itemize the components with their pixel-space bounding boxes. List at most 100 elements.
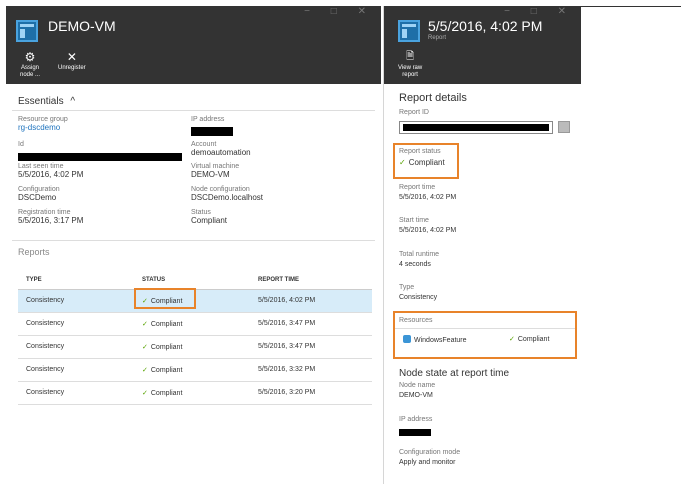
essentials-toggle[interactable]: Essentials ^ (18, 96, 75, 107)
close-icon: ✕ (66, 50, 77, 64)
resources-label: Resources (399, 317, 433, 324)
gear-icon: ⚙ (24, 50, 36, 64)
table-header-row: TYPE STATUS REPORT TIME (18, 271, 372, 290)
divider (12, 110, 375, 111)
window-controls[interactable]: − □ ✕ (304, 6, 375, 17)
view-raw-report-button[interactable]: 🗎 View raw report (398, 50, 422, 79)
report-time-label: Report time (399, 184, 436, 191)
report-status-highlight (393, 143, 459, 179)
last-seen-value: 5/5/2016, 4:02 PM (18, 170, 84, 179)
vm-icon (16, 20, 38, 42)
total-runtime-label: Total runtime (399, 251, 440, 258)
row-time: 5/5/2016, 3:47 PM (250, 312, 372, 336)
ip-address-label: IP address (191, 116, 225, 123)
total-runtime-value: 4 seconds (399, 261, 431, 268)
checkmark-icon: ✓ (142, 343, 148, 351)
status-highlight (134, 288, 196, 309)
node-blade-title: DEMO-VM (48, 18, 116, 34)
node-blade-header: DEMO-VM − □ ✕ ⚙ Assign node ... ✕ Unregi… (6, 6, 381, 84)
report-details-title: Report details (399, 92, 467, 104)
divider (12, 240, 375, 241)
report-blade-subtitle: Report (428, 35, 447, 41)
configuration-label: Configuration (18, 186, 60, 193)
id-redacted (18, 153, 182, 161)
table-row[interactable]: Consistency ✓ Compliant 5/5/2016, 3:47 PM (18, 312, 372, 336)
report-blade: 5/5/2016, 4:02 PM Report − □ ✕ 🗎 View ra… (383, 6, 581, 484)
row-status: Compliant (150, 343, 183, 351)
start-time-value: 5/5/2016, 4:02 PM (399, 227, 457, 234)
vm-label: Virtual machine (191, 163, 240, 170)
report-id-label: Report ID (399, 109, 429, 116)
unregister-button[interactable]: ✕ Unregister (58, 50, 86, 72)
node-name-value: DEMO-VM (399, 392, 433, 399)
row-time: 5/5/2016, 3:20 PM (250, 381, 372, 405)
row-type: Consistency (18, 289, 134, 313)
status-value: Compliant (191, 216, 228, 225)
report-time-value: 5/5/2016, 4:02 PM (399, 194, 457, 201)
resource-name: WindowsFeature (414, 337, 467, 344)
registration-label: Registration time (18, 209, 71, 216)
vm-value: DEMO-VM (191, 170, 230, 179)
col-type[interactable]: TYPE (18, 271, 134, 290)
resource-group-link[interactable]: rg-dscdemo (18, 123, 68, 132)
node-ip-redacted (399, 429, 431, 436)
col-status[interactable]: STATUS (134, 271, 250, 290)
row-time: 5/5/2016, 3:47 PM (250, 335, 372, 359)
config-mode-value: Apply and monitor (399, 459, 456, 466)
chevron-up-icon: ^ (70, 96, 76, 107)
report-blade-header: 5/5/2016, 4:02 PM Report − □ ✕ 🗎 View ra… (384, 6, 581, 84)
row-status: Compliant (150, 389, 183, 397)
checkmark-icon: ✓ (509, 336, 515, 343)
node-state-title: Node state at report time (399, 368, 510, 379)
account-label: Account (191, 141, 217, 148)
resource-item[interactable]: WindowsFeature (403, 335, 467, 344)
row-status: Compliant (150, 320, 183, 328)
view-raw-label-2: report (402, 72, 418, 78)
node-blade: DEMO-VM − □ ✕ ⚙ Assign node ... ✕ Unregi… (6, 6, 381, 484)
reports-title: Reports (18, 247, 50, 257)
row-status: Compliant (150, 366, 183, 374)
resource-status: ✓ Compliant (509, 335, 549, 343)
assign-node-label-2: node ... (20, 72, 41, 78)
checkmark-icon: ✓ (142, 320, 148, 328)
checkmark-icon: ✓ (142, 389, 148, 397)
view-raw-label: View raw (398, 65, 423, 71)
config-mode-label: Configuration mode (399, 449, 461, 456)
col-report-time[interactable]: REPORT TIME (250, 271, 372, 290)
checkmark-icon: ✓ (142, 366, 148, 374)
unregister-label: Unregister (58, 65, 86, 71)
node-ip-label: IP address (399, 416, 433, 423)
document-icon: 🗎 (406, 51, 415, 62)
table-row[interactable]: Consistency ✓ Compliant 5/5/2016, 3:32 PM (18, 358, 372, 382)
account-value: demoautomation (191, 148, 251, 157)
status-label: Status (191, 209, 211, 216)
divider (581, 6, 681, 7)
divider (395, 328, 575, 329)
assign-node-button[interactable]: ⚙ Assign node ... (20, 50, 40, 79)
report-id-field[interactable] (399, 121, 553, 134)
report-icon (398, 20, 420, 42)
row-time: 5/5/2016, 3:32 PM (250, 358, 372, 382)
assign-node-label: Assign (21, 65, 40, 71)
resource-group-label: Resource group (18, 116, 68, 123)
last-seen-label: Last seen time (18, 163, 64, 170)
row-type: Consistency (18, 381, 134, 405)
report-blade-title: 5/5/2016, 4:02 PM (428, 18, 543, 34)
row-type: Consistency (18, 312, 134, 336)
ip-redacted (191, 127, 233, 136)
copy-icon[interactable] (558, 121, 570, 133)
resource-status-value: Compliant (517, 336, 550, 343)
windows-feature-icon (403, 335, 411, 343)
table-row[interactable]: Consistency ✓ Compliant 5/5/2016, 3:47 PM (18, 335, 372, 359)
type-label: Type (399, 284, 415, 291)
node-config-label: Node configuration (191, 186, 250, 193)
node-name-label: Node name (399, 382, 436, 389)
configuration-value: DSCDemo (18, 193, 57, 202)
registration-value: 5/5/2016, 3:17 PM (18, 216, 84, 225)
window-controls[interactable]: − □ ✕ (504, 6, 575, 17)
start-time-label: Start time (399, 217, 429, 224)
node-config-value: DSCDemo.localhost (191, 193, 264, 202)
essentials-title: Essentials (18, 96, 64, 107)
report-id-redacted (403, 124, 549, 131)
table-row[interactable]: Consistency ✓ Compliant 5/5/2016, 3:20 PM (18, 381, 372, 405)
